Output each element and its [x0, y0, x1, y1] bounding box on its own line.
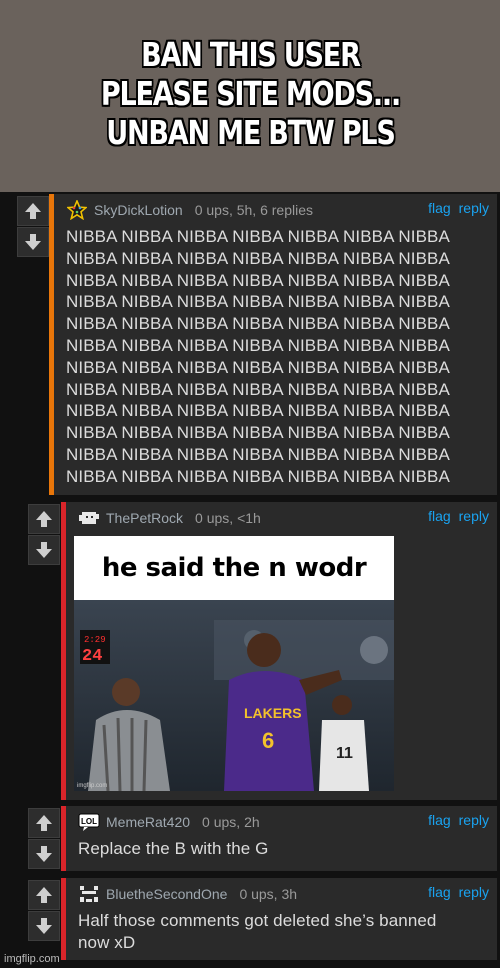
comment-header: BluetheSecondOne 0 ups, 3h	[78, 884, 297, 904]
arrow-up-icon	[25, 203, 41, 219]
comment-line: NIBBA NIBBA NIBBA NIBBA NIBBA NIBBA NIBB…	[66, 314, 450, 334]
comment-header: ThePetRock 0 ups, <1h	[78, 508, 261, 528]
caption-line-1: BAN THIS USER	[140, 34, 361, 74]
gif-caption: he said the n wodr	[74, 536, 394, 600]
comment-skydicklotion: SkyDickLotion 0 ups, 5h, 6 replies flag …	[49, 194, 497, 495]
flag-link[interactable]: flag	[428, 200, 451, 216]
comment-body: Half those comments got deleted she’s ba…	[78, 910, 489, 954]
username[interactable]: SkyDickLotion	[94, 202, 183, 218]
comment-line: NIBBA NIBBA NIBBA NIBBA NIBBA NIBBA NIBB…	[66, 248, 450, 268]
jersey-number-2: 11	[336, 745, 353, 762]
comment-line: NIBBA NIBBA NIBBA NIBBA NIBBA NIBBA NIBB…	[66, 466, 450, 486]
meme-caption-panel: BAN THIS USER PLEASE SITE MODS... UNBAN …	[0, 0, 500, 192]
downvote-button[interactable]	[28, 839, 60, 869]
comment-line: NIBBA NIBBA NIBBA NIBBA NIBBA NIBBA NIBB…	[66, 270, 450, 290]
upvote-button[interactable]	[17, 196, 49, 226]
scoreboard-shot: 24	[82, 647, 102, 666]
comment-header: SkyDickLotion 0 ups, 5h, 6 replies	[66, 200, 313, 220]
comment-actions: flag reply	[428, 200, 489, 216]
reply-link[interactable]: reply	[459, 508, 489, 524]
comment-actions: flag reply	[428, 884, 489, 900]
comment-text: Replace the B with the G	[78, 839, 269, 858]
jersey-team: LAKERS	[244, 705, 302, 721]
comment-bluethesecondone: BluetheSecondOne 0 ups, 3h flag reply Ha…	[61, 878, 497, 960]
lol-avatar-text: LOL	[81, 817, 97, 826]
flag-link[interactable]: flag	[428, 508, 451, 524]
comment-body: NIBBA NIBBA NIBBA NIBBA NIBBA NIBBA NIBB…	[66, 226, 489, 488]
reply-link[interactable]: reply	[459, 200, 489, 216]
username[interactable]: MemeRat420	[106, 814, 190, 830]
arrow-up-icon	[36, 887, 52, 903]
gif-watermark: imgflip.com	[77, 783, 108, 789]
flag-link[interactable]: flag	[428, 884, 451, 900]
comment-line: NIBBA NIBBA NIBBA NIBBA NIBBA NIBBA NIBB…	[66, 357, 450, 377]
upvote-button[interactable]	[28, 880, 60, 910]
downvote-button[interactable]	[17, 227, 49, 257]
comment-meta: 0 ups, 3h	[239, 886, 298, 902]
comment-line: NIBBA NIBBA NIBBA NIBBA NIBBA NIBBA NIBB…	[66, 401, 450, 421]
scoreboard-time: 2:29	[84, 635, 106, 645]
star-avatar-icon	[66, 200, 88, 220]
caption-line-3: UNBAN ME BTW PLS	[105, 112, 396, 152]
imgflip-watermark: imgflip.com	[4, 953, 60, 965]
comment-header: LOL MemeRat420 0 ups, 2h	[78, 812, 260, 832]
caption-line-2: PLEASE SITE MODS...	[100, 73, 400, 113]
downvote-button[interactable]	[28, 911, 60, 941]
comment-line: now xD	[78, 932, 136, 952]
comment-line: NIBBA NIBBA NIBBA NIBBA NIBBA NIBBA NIBB…	[66, 227, 450, 246]
flag-link[interactable]: flag	[428, 812, 451, 828]
arrow-down-icon	[36, 918, 52, 934]
comment-line: NIBBA NIBBA NIBBA NIBBA NIBBA NIBBA NIBB…	[66, 423, 450, 443]
comment-line: Half those comments got deleted she’s ba…	[78, 911, 437, 930]
jersey-number: 6	[262, 728, 274, 753]
upvote-button[interactable]	[28, 808, 60, 838]
arrow-down-icon	[25, 234, 41, 250]
downvote-button[interactable]	[28, 535, 60, 565]
comment-line: NIBBA NIBBA NIBBA NIBBA NIBBA NIBBA NIBB…	[66, 335, 450, 355]
comment-actions: flag reply	[428, 812, 489, 828]
username[interactable]: ThePetRock	[106, 510, 183, 526]
comment-gif-image[interactable]: he said the n wodr 2:29 24 LAKERS 6 11 i…	[74, 536, 394, 791]
upvote-button[interactable]	[28, 504, 60, 534]
comment-line: NIBBA NIBBA NIBBA NIBBA NIBBA NIBBA NIBB…	[66, 444, 450, 464]
comment-line: NIBBA NIBBA NIBBA NIBBA NIBBA NIBBA NIBB…	[66, 292, 450, 312]
comment-body: Replace the B with the G	[78, 838, 489, 860]
pixel-avatar-icon	[78, 509, 100, 527]
pixel-face-avatar-icon	[78, 885, 100, 903]
reply-link[interactable]: reply	[459, 884, 489, 900]
comment-line: NIBBA NIBBA NIBBA NIBBA NIBBA NIBBA NIBB…	[66, 379, 450, 399]
arrow-down-icon	[36, 846, 52, 862]
arrow-up-icon	[36, 815, 52, 831]
comment-meta: 0 ups, 5h, 6 replies	[194, 202, 313, 218]
arrow-up-icon	[36, 511, 52, 527]
lol-avatar-icon: LOL	[78, 813, 100, 831]
comment-meta: 0 ups, <1h	[195, 510, 261, 526]
meme-caption-text: BAN THIS USER PLEASE SITE MODS... UNBAN …	[100, 34, 400, 152]
comment-memerat420: LOL MemeRat420 0 ups, 2h flag reply Repl…	[61, 806, 497, 871]
reply-link[interactable]: reply	[459, 812, 489, 828]
username[interactable]: BluetheSecondOne	[106, 886, 227, 902]
arrow-down-icon	[36, 542, 52, 558]
comment-meta: 0 ups, 2h	[202, 814, 260, 830]
comment-thepetrock: ThePetRock 0 ups, <1h flag reply he said…	[61, 502, 497, 800]
basketball-scene-image: 2:29 24 LAKERS 6 11	[74, 600, 394, 791]
comment-actions: flag reply	[428, 508, 489, 524]
